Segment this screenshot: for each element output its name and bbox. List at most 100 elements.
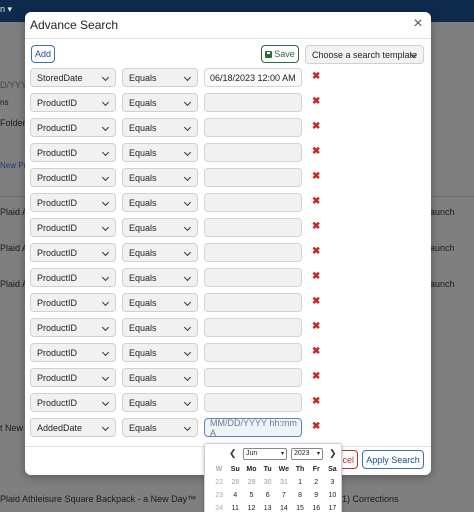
field-select[interactable]: ProductID [30,218,116,237]
operator-select[interactable]: Equals [122,143,198,162]
remove-criteria-icon[interactable]: ✖ [312,246,322,258]
field-select-value: ProductID [37,197,78,208]
operator-select[interactable]: Equals [122,68,198,87]
calendar-day[interactable]: 1 [292,476,308,489]
field-select[interactable]: ProductID [30,168,116,187]
operator-select[interactable]: Equals [122,218,198,237]
value-input[interactable] [204,318,302,337]
field-select[interactable]: ProductID [30,393,116,412]
remove-criteria-icon[interactable]: ✖ [312,421,322,433]
close-icon[interactable]: × [411,16,425,32]
calendar-day[interactable]: 11 [227,502,243,512]
remove-criteria-icon[interactable]: ✖ [312,296,322,308]
calendar-day[interactable]: 28 [227,476,243,489]
apply-search-button[interactable]: Apply Search [362,450,424,469]
operator-select[interactable]: Equals [122,418,198,437]
operator-select[interactable]: Equals [122,293,198,312]
calendar-day[interactable]: 13 [260,502,276,512]
field-select[interactable]: AddedDate [30,418,116,437]
field-select[interactable]: ProductID [30,143,116,162]
calendar-day[interactable]: 5 [243,489,259,502]
calendar-day[interactable]: 10 [324,489,340,502]
field-select[interactable]: ProductID [30,243,116,262]
value-input[interactable] [204,93,302,112]
calendar-day[interactable]: 9 [308,489,324,502]
calendar-day[interactable]: 7 [276,489,292,502]
save-button-label: Save [274,49,295,59]
calendar-day[interactable]: 29 [243,476,259,489]
calendar-day[interactable]: 2 [308,476,324,489]
save-button[interactable]: Save [261,45,299,63]
value-input[interactable] [204,293,302,312]
remove-criteria-icon[interactable]: ✖ [312,146,322,158]
value-input[interactable] [204,168,302,187]
remove-criteria-icon[interactable]: ✖ [312,271,322,283]
chevron-down-icon [101,248,110,257]
field-select[interactable]: ProductID [30,268,116,287]
operator-select[interactable]: Equals [122,168,198,187]
value-input[interactable] [204,393,302,412]
operator-select[interactable]: Equals [122,393,198,412]
value-input[interactable] [204,268,302,287]
remove-criteria-icon[interactable]: ✖ [312,171,322,183]
search-template-select[interactable]: Choose a search template [305,45,424,64]
remove-criteria-icon[interactable]: ✖ [312,346,322,358]
calendar-day[interactable]: 16 [308,502,324,512]
field-select[interactable]: ProductID [30,93,116,112]
calendar-grid: W Su Mo Tu We Th Fr Sa 22 28 29 30 31 1 2 3 23 4 5 6 7 8 9 10 24… [211,463,341,512]
calendar-day[interactable]: 6 [260,489,276,502]
field-select[interactable]: ProductID [30,118,116,137]
previous-month-icon[interactable]: ❮ [229,448,237,459]
operator-select[interactable]: Equals [122,193,198,212]
week-number: 23 [215,492,223,499]
remove-criteria-icon[interactable]: ✖ [312,71,322,83]
field-select[interactable]: ProductID [30,343,116,362]
field-select[interactable]: ProductID [30,368,116,387]
year-select[interactable]: 2023 ▾ [291,448,323,460]
value-input[interactable] [204,218,302,237]
remove-criteria-icon[interactable]: ✖ [312,371,322,383]
value-input[interactable] [204,243,302,262]
nav-menu-label[interactable]: n ▾ [0,4,12,15]
calendar-day[interactable]: 8 [292,489,308,502]
remove-criteria-icon[interactable]: ✖ [312,96,322,108]
month-select[interactable]: Jun ▾ [243,448,287,460]
field-select[interactable]: ProductID [30,293,116,312]
calendar-day[interactable]: 3 [324,476,340,489]
value-input[interactable] [204,118,302,137]
operator-select[interactable]: Equals [122,268,198,287]
remove-criteria-icon[interactable]: ✖ [312,121,322,133]
value-input[interactable]: MM/DD/YYYY hh:mm A [204,418,302,438]
next-month-icon[interactable]: ❯ [329,448,337,459]
calendar-day[interactable]: 17 [324,502,340,512]
operator-select[interactable]: Equals [122,118,198,137]
operator-select[interactable]: Equals [122,93,198,112]
value-input[interactable] [204,343,302,362]
field-select-value: ProductID [37,322,78,333]
remove-criteria-icon[interactable]: ✖ [312,321,322,333]
value-input[interactable]: 06/18/2023 12:00 AM [204,68,302,87]
remove-criteria-icon[interactable]: ✖ [312,221,322,233]
operator-select[interactable]: Equals [122,318,198,337]
value-input[interactable] [204,193,302,212]
calendar-day[interactable]: 12 [243,502,259,512]
value-input[interactable] [204,368,302,387]
remove-criteria-icon[interactable]: ✖ [312,396,322,408]
calendar-day[interactable]: 14 [276,502,292,512]
field-select[interactable]: StoredDate [30,68,116,87]
calendar-day[interactable]: 15 [292,502,308,512]
add-criteria-button[interactable]: Add [31,45,55,63]
field-select[interactable]: ProductID [30,193,116,212]
remove-criteria-icon[interactable]: ✖ [312,196,322,208]
calendar-day[interactable]: 30 [260,476,276,489]
field-select[interactable]: ProductID [30,318,116,337]
calendar-day[interactable]: 4 [227,489,243,502]
operator-select-value: Equals [129,297,157,308]
calendar-day[interactable]: 31 [276,476,292,489]
operator-select[interactable]: Equals [122,368,198,387]
criteria-row: ProductID Equals ✖ [25,268,431,293]
chevron-down-icon [183,223,192,232]
operator-select[interactable]: Equals [122,343,198,362]
value-input[interactable] [204,143,302,162]
operator-select[interactable]: Equals [122,243,198,262]
